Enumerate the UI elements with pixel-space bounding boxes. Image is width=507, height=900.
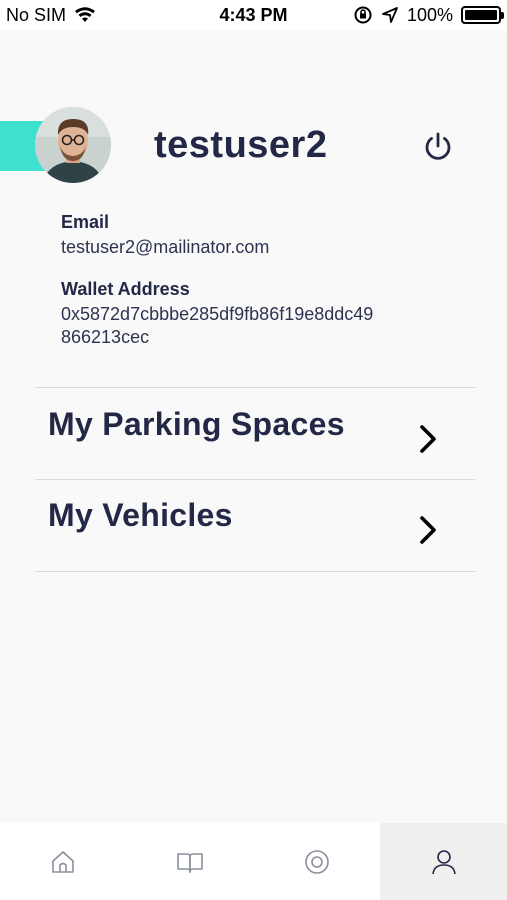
status-left: No SIM — [6, 5, 96, 26]
tab-home[interactable] — [0, 823, 127, 900]
battery-icon — [461, 6, 504, 24]
tab-profile[interactable] — [380, 823, 507, 900]
location-arrow-icon — [382, 7, 398, 23]
menu-item-my-vehicles[interactable]: My Vehicles — [35, 481, 475, 571]
status-bar: No SIM 4:43 PM 100% — [0, 0, 507, 30]
tab-bar — [0, 823, 507, 900]
battery-fill — [465, 10, 497, 20]
menu-item-my-parking-spaces[interactable]: My Parking Spaces — [35, 390, 475, 480]
chevron-right-icon — [420, 425, 436, 453]
username: testuser2 — [154, 124, 328, 166]
tab-book[interactable] — [127, 823, 254, 900]
menu-item-label: My Vehicles — [48, 497, 233, 533]
rotation-lock-icon — [354, 6, 372, 24]
wallet-address-label: Wallet Address — [61, 279, 190, 299]
chevron-right-icon — [420, 516, 436, 544]
home-icon — [52, 850, 75, 873]
power-icon[interactable] — [421, 130, 455, 164]
email-value: testuser2@mailinator.com — [61, 237, 270, 257]
carrier-label: No SIM — [6, 4, 67, 25]
status-right: 100% — [353, 4, 504, 26]
user-icon — [431, 849, 456, 874]
divider — [35, 479, 475, 480]
wallet-address-line-2: 866213cec — [61, 327, 150, 347]
menu-item-label: My Parking Spaces — [48, 406, 345, 442]
divider — [35, 387, 475, 388]
divider — [35, 571, 475, 572]
tab-target[interactable] — [254, 823, 381, 900]
battery-percent: 100% — [406, 4, 453, 25]
wallet-address-line-1: 0x5872d7cbbbe285df9fb86f19e8ddc49 — [61, 304, 374, 324]
book-icon — [177, 852, 203, 873]
email-label: Email — [61, 212, 110, 232]
avatar-image — [35, 107, 111, 183]
avatar — [35, 107, 111, 183]
target-icon — [305, 849, 329, 874]
wifi-icon — [75, 7, 96, 22]
